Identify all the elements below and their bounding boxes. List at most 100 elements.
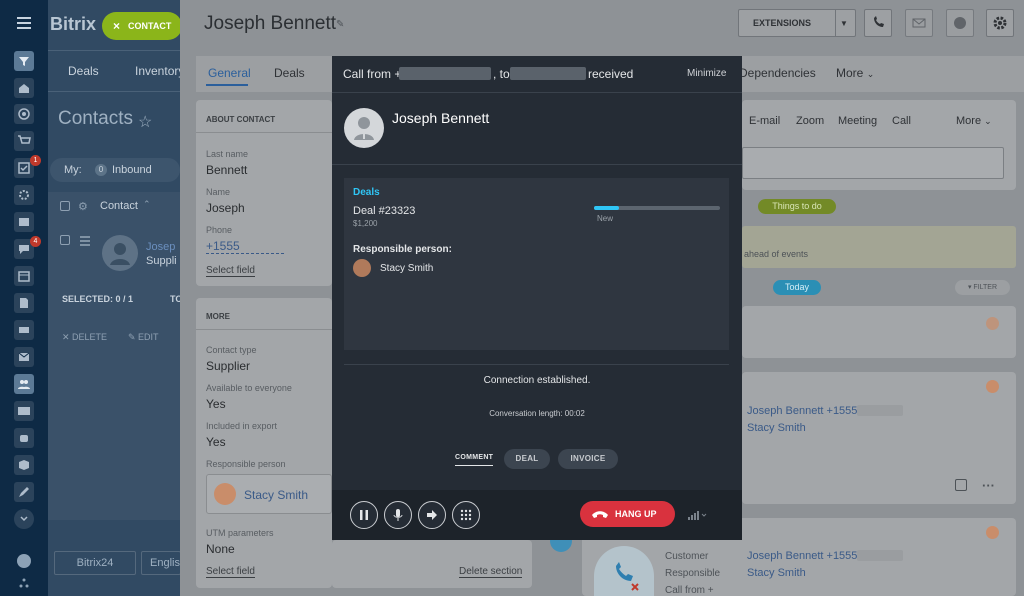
tab-general[interactable]: General bbox=[208, 66, 251, 80]
select-field-link[interactable]: Select field bbox=[206, 265, 255, 277]
responsible-name[interactable]: Stacy Smith bbox=[244, 488, 308, 502]
tab-deal[interactable]: DEAL bbox=[504, 449, 550, 469]
star-icon[interactable]: ☆ bbox=[138, 112, 152, 132]
tab-inventory[interactable]: Inventory bbox=[135, 64, 184, 78]
avatar bbox=[102, 235, 138, 271]
connection-status: Connection established. bbox=[483, 375, 591, 386]
row-checkbox[interactable] bbox=[60, 235, 70, 245]
utm-label: UTM parameters bbox=[206, 528, 274, 538]
globe-button[interactable] bbox=[946, 9, 974, 37]
tab-comment[interactable]: COMMENT bbox=[455, 454, 494, 466]
box-icon[interactable] bbox=[14, 455, 34, 475]
timeline-item2-customer[interactable]: Joseph Bennett +1555 bbox=[747, 550, 857, 562]
email-button[interactable] bbox=[905, 9, 933, 37]
contact-type-label: Contact type bbox=[206, 345, 257, 355]
window-icon[interactable] bbox=[14, 212, 34, 232]
select-all-checkbox[interactable] bbox=[60, 201, 70, 211]
settings-icon[interactable]: ⚙ bbox=[78, 200, 88, 213]
about-contact-heading: ABOUT CONTACT bbox=[206, 115, 276, 124]
tab-deals[interactable]: Deals bbox=[68, 64, 99, 78]
timeline-meeting-tab[interactable]: Meeting bbox=[838, 115, 877, 127]
more-select-field-link[interactable]: Select field bbox=[206, 566, 255, 578]
pause-button[interactable] bbox=[350, 501, 378, 529]
hang-up-button[interactable]: HANG UP bbox=[580, 501, 675, 527]
filter-search[interactable]: My: 0 Inbound bbox=[50, 158, 180, 182]
extensions-button[interactable]: EXTENSIONS bbox=[738, 9, 856, 37]
responsible-label: Responsible person bbox=[206, 459, 286, 469]
id-card-icon[interactable] bbox=[14, 401, 34, 421]
close-icon[interactable]: × bbox=[113, 12, 120, 40]
edit-button[interactable]: ✎ EDIT bbox=[128, 332, 159, 343]
funnel-icon[interactable] bbox=[14, 51, 34, 71]
bitrix24-button[interactable]: Bitrix24 bbox=[54, 551, 136, 575]
calendar-icon[interactable] bbox=[14, 266, 34, 286]
contact-title: Joseph Bennett bbox=[204, 13, 337, 34]
extensions-dropdown-icon[interactable]: ▼ bbox=[840, 19, 848, 28]
minimize-button[interactable]: Minimize bbox=[687, 68, 726, 79]
cart-icon[interactable] bbox=[14, 131, 34, 151]
comment-icon[interactable] bbox=[955, 479, 967, 491]
contact-chip[interactable]: × CONTACT bbox=[102, 12, 182, 40]
timeline-avatar bbox=[986, 380, 999, 393]
deal-stage-progress-fill bbox=[594, 206, 620, 210]
caller-name[interactable]: Joseph Bennett bbox=[392, 110, 489, 126]
transfer-button[interactable] bbox=[418, 501, 446, 529]
tab-invoice[interactable]: INVOICE bbox=[558, 449, 618, 469]
filter-count: 0 bbox=[95, 164, 107, 176]
filter-button[interactable]: ▾ FILTER bbox=[955, 280, 1010, 295]
page-title: Contacts bbox=[58, 108, 133, 129]
deal-name[interactable]: Deal #23323 bbox=[353, 205, 415, 217]
timeline-comment-input[interactable] bbox=[742, 147, 1004, 179]
timeline-item1-responsible[interactable]: Stacy Smith bbox=[747, 422, 806, 434]
phone-value[interactable]: +1555 bbox=[206, 239, 284, 254]
org-chart-icon[interactable] bbox=[19, 578, 29, 588]
responsible-name-call[interactable]: Stacy Smith bbox=[380, 263, 433, 274]
menu-icon[interactable] bbox=[17, 17, 31, 29]
timeline-more-tab[interactable]: More ⌄ bbox=[956, 115, 992, 127]
timeline-call-tab[interactable]: Call bbox=[892, 115, 911, 127]
drive-icon[interactable] bbox=[14, 320, 34, 340]
call-header-to: , to bbox=[493, 67, 510, 81]
tab-more[interactable]: More ⌄ bbox=[836, 66, 874, 80]
things-to-do-badge: Things to do bbox=[758, 199, 836, 214]
delete-section-link[interactable]: Delete section bbox=[459, 566, 523, 578]
language-button[interactable]: Englis bbox=[141, 551, 181, 575]
robot-icon[interactable] bbox=[14, 428, 34, 448]
tab-deals-detail[interactable]: Deals bbox=[274, 66, 305, 80]
settings-button[interactable] bbox=[986, 9, 1014, 37]
conversation-length: Conversation length: 00:02 bbox=[489, 409, 585, 418]
delete-button[interactable]: ✕ DELETE bbox=[62, 332, 107, 343]
mail-icon[interactable] bbox=[14, 347, 34, 367]
home-icon[interactable] bbox=[14, 78, 34, 98]
help-icon[interactable] bbox=[17, 554, 31, 568]
column-header-contact[interactable]: Contact bbox=[100, 200, 138, 212]
edit-title-icon[interactable]: ✎ bbox=[336, 19, 344, 30]
more-actions-icon[interactable]: ··· bbox=[982, 478, 995, 493]
target-icon[interactable] bbox=[14, 104, 34, 124]
document-icon[interactable] bbox=[14, 293, 34, 313]
signal-quality-icon[interactable] bbox=[688, 510, 708, 520]
tasks-badge: 1 bbox=[30, 155, 41, 166]
call-header-status: received bbox=[588, 67, 634, 81]
timeline-email-tab[interactable]: E-mail bbox=[749, 115, 780, 127]
chevron-down-icon[interactable] bbox=[14, 509, 34, 529]
phone-button[interactable] bbox=[864, 9, 892, 37]
chevron-down-icon: ⌄ bbox=[984, 116, 992, 126]
timeline-item2-responsible[interactable]: Stacy Smith bbox=[747, 567, 806, 579]
pen-icon[interactable] bbox=[14, 482, 34, 502]
activity-placeholder bbox=[742, 226, 1016, 268]
row-menu-icon[interactable] bbox=[80, 235, 90, 246]
caller-avatar bbox=[344, 108, 384, 148]
timeline-zoom-tab[interactable]: Zoom bbox=[796, 115, 824, 127]
today-badge: Today bbox=[773, 280, 821, 295]
row-contact-name[interactable]: Josep bbox=[146, 241, 175, 253]
tab-dependencies[interactable]: Dependencies bbox=[739, 66, 816, 80]
gear-cluster-icon[interactable] bbox=[14, 185, 34, 205]
contacts-icon[interactable] bbox=[14, 374, 34, 394]
sort-icon[interactable]: ⌃ bbox=[143, 199, 151, 210]
export-value: Yes bbox=[206, 435, 226, 449]
keypad-button[interactable] bbox=[452, 501, 480, 529]
last-name-label: Last name bbox=[206, 149, 249, 159]
mute-button[interactable] bbox=[384, 501, 412, 529]
timeline-item1-person[interactable]: Joseph Bennett +1555 bbox=[747, 405, 857, 417]
